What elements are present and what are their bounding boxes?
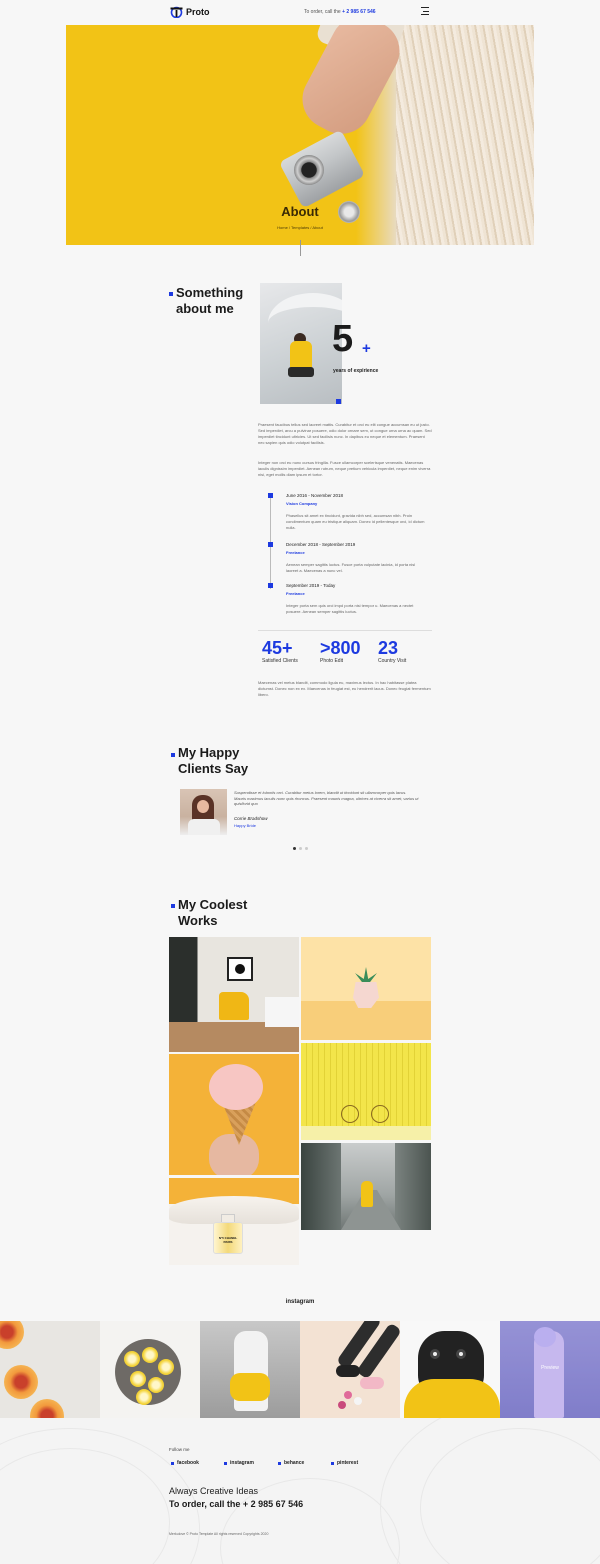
carousel-dot[interactable] xyxy=(305,847,308,850)
timeline-company: Freelance xyxy=(286,591,305,596)
about-paragraph-3: Maecenas vel metus blandit, commodo ligu… xyxy=(258,680,431,697)
logo-text: Proto xyxy=(186,6,210,17)
footer-call[interactable]: To order, call the + 2 985 67 546 xyxy=(169,1499,303,1509)
work-item-perfume[interactable]: N°5 CHANEL PARIS xyxy=(169,1178,299,1265)
phone-link[interactable]: + 2 985 67 546 xyxy=(342,9,376,15)
years-label: years of expirience xyxy=(333,368,379,374)
client-role[interactable]: Happy Bride xyxy=(234,823,256,828)
stat-country-visit: 23 Country Visit xyxy=(378,638,407,664)
instagram-hover-label: Preview xyxy=(541,1365,559,1371)
menu-icon[interactable] xyxy=(421,7,429,15)
instagram-photo-sneakers[interactable] xyxy=(300,1321,400,1418)
social-link-pinterest[interactable]: pinterest xyxy=(331,1460,358,1466)
social-link-facebook[interactable]: facebook xyxy=(171,1460,199,1466)
work-item-plant[interactable] xyxy=(301,937,431,1040)
years-number: 5 xyxy=(332,318,354,360)
instagram-photo-statue[interactable] xyxy=(200,1321,300,1418)
carousel-dot[interactable] xyxy=(299,847,302,850)
timeline-date: June 2016 - November 2018 xyxy=(286,493,344,498)
timeline-company: Freelance xyxy=(286,550,305,555)
client-name: Corrie Bradshow xyxy=(234,816,268,821)
about-paragraph-2: Integer non orci eu nunc cursus fringill… xyxy=(258,460,431,477)
timeline-text: Integer porta sem quis orci impd porta n… xyxy=(286,603,414,614)
timeline-date: December 2018 - September 2019 xyxy=(286,542,356,547)
timeline-text: Aenean semper sagittis luctus. Fusce por… xyxy=(286,562,416,573)
stats-divider xyxy=(258,630,432,631)
perfume-label: N°5 CHANEL PARIS xyxy=(218,1236,238,1244)
bullet-icon xyxy=(224,1461,227,1465)
instagram-photo-peaches[interactable] xyxy=(0,1321,100,1418)
client-avatar xyxy=(180,789,227,835)
works-title: My Coolest Works xyxy=(178,897,248,928)
work-item-bicycle[interactable] xyxy=(301,1043,431,1140)
bullet-icon xyxy=(331,1461,334,1465)
section-marker xyxy=(171,753,175,757)
bullet-icon xyxy=(278,1461,281,1465)
footer-tagline: Always Creative Ideas xyxy=(169,1486,259,1496)
about-photo xyxy=(260,283,342,404)
bullet-icon xyxy=(171,1461,174,1465)
timeline-text: Phasellus sit amet ex tincidunt, gravida… xyxy=(286,513,425,530)
stat-photo-edit: >800 Photo Edit xyxy=(320,638,361,664)
copyright: Merkulove © Proto Template All rights re… xyxy=(169,1532,269,1536)
carousel-dots xyxy=(293,847,308,850)
instagram-photo-lemons[interactable] xyxy=(100,1321,200,1418)
instagram-photo-woman[interactable]: Preview xyxy=(500,1321,600,1418)
clients-title: My Happy Clients Say xyxy=(178,745,249,776)
site-footer xyxy=(0,1418,600,1564)
stat-satisfied-clients: 45+ Satisfied Clients xyxy=(262,638,298,664)
timeline-company: Vision Company xyxy=(286,501,318,506)
timeline-date: September 2019 - Today xyxy=(286,583,336,588)
order-prefix: To order, call the xyxy=(304,9,341,15)
section-marker xyxy=(171,904,175,908)
social-link-instagram[interactable]: instagram xyxy=(224,1460,254,1466)
instagram-title: instagram xyxy=(285,1299,315,1305)
work-item-forest-road[interactable] xyxy=(301,1143,431,1230)
about-title: Something about me xyxy=(176,285,244,316)
photo-accent xyxy=(336,399,341,404)
follow-label: Follow me xyxy=(169,1447,190,1452)
timeline-dot xyxy=(268,493,273,498)
timeline-dot xyxy=(268,542,273,547)
section-marker xyxy=(169,292,173,296)
logo-icon xyxy=(170,6,183,18)
work-item-interior[interactable] xyxy=(169,937,299,1052)
carousel-dot[interactable] xyxy=(293,847,296,850)
breadcrumb[interactable]: Home / Templates / About xyxy=(0,225,600,230)
testimonial-quote: Suspendisse et lobortis orci. Curabitur … xyxy=(234,790,419,806)
scroll-divider xyxy=(300,240,301,256)
work-item-ice-cream[interactable] xyxy=(169,1054,299,1175)
site-header: Proto To order, call the + 2 985 67 546 xyxy=(0,0,600,24)
about-paragraph-1: Praesent faucibus tellus sed laoreet mat… xyxy=(258,422,432,445)
timeline-dot xyxy=(268,583,273,588)
header-order-phone: To order, call the + 2 985 67 546 xyxy=(304,9,376,15)
social-link-behance[interactable]: behance xyxy=(278,1460,304,1466)
instagram-photo-pug[interactable] xyxy=(400,1321,500,1418)
page-title: About xyxy=(281,204,319,219)
logo[interactable]: Proto xyxy=(170,5,210,18)
years-plus: + xyxy=(362,340,371,357)
